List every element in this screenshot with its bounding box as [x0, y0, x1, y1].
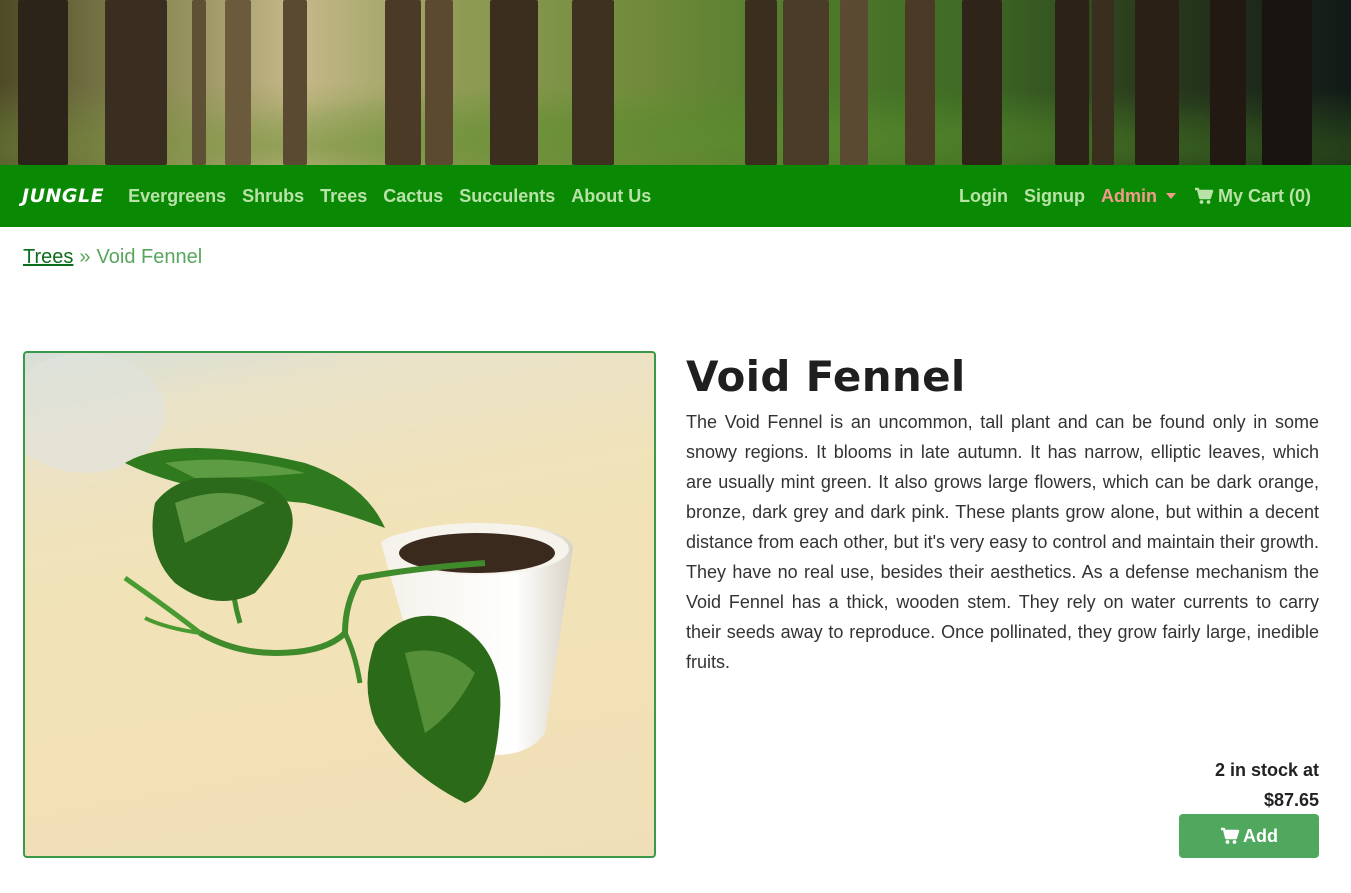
admin-label: Admin: [1100, 185, 1157, 206]
main-navbar: JUNGLE Evergreens Shrubs Trees Cactus Su…: [0, 165, 1351, 227]
tree-trunk: [572, 0, 614, 165]
tree-trunk: [1135, 0, 1179, 165]
product-image: [23, 351, 656, 858]
nav-link-succulents[interactable]: Succulents: [459, 186, 555, 207]
signup-link[interactable]: Signup: [1024, 186, 1085, 207]
breadcrumb: Trees » Void Fennel: [23, 246, 202, 269]
forest-banner-image: [0, 0, 1351, 165]
tree-trunk: [105, 0, 167, 165]
my-cart-link[interactable]: My Cart (0): [1194, 186, 1311, 207]
tree-trunk: [962, 0, 1002, 165]
tree-trunk: [283, 0, 307, 165]
cart-label: My Cart (0): [1217, 185, 1311, 206]
stock-line: 2 in stock at: [1214, 760, 1319, 780]
tree-trunk: [745, 0, 777, 165]
add-button-label: Add: [1243, 825, 1278, 846]
stock-info: 2 in stock at $87.65: [1215, 755, 1319, 815]
tree-trunk: [225, 0, 251, 165]
tree-trunk: [783, 0, 829, 165]
cart-icon: [1194, 187, 1214, 204]
tree-trunk: [1055, 0, 1089, 165]
tree-trunk: [490, 0, 538, 165]
tree-trunk: [1092, 0, 1114, 165]
chevron-down-icon: [1165, 193, 1176, 199]
login-link[interactable]: Login: [959, 186, 1008, 207]
product-title: Void Fennel: [686, 352, 966, 401]
plant-illustration: [25, 353, 573, 803]
breadcrumb-category-link[interactable]: Trees: [23, 246, 73, 269]
admin-dropdown[interactable]: Admin: [1101, 186, 1176, 207]
product-price: $87.65: [1263, 790, 1319, 810]
tree-trunk: [905, 0, 935, 165]
tree-trunk: [1262, 0, 1312, 165]
brand-logo[interactable]: JUNGLE: [22, 185, 104, 207]
nav-link-cactus[interactable]: Cactus: [383, 186, 443, 207]
nav-link-about-us[interactable]: About Us: [571, 186, 651, 207]
tree-trunk: [192, 0, 206, 165]
add-to-cart-button[interactable]: Add: [1179, 814, 1319, 858]
product-description: The Void Fennel is an uncommon, tall pla…: [686, 412, 1319, 672]
tree-trunk: [18, 0, 68, 165]
breadcrumb-current: Void Fennel: [96, 246, 203, 268]
tree-trunk: [840, 0, 868, 165]
breadcrumb-separator: »: [79, 246, 91, 268]
tree-trunk: [425, 0, 453, 165]
tree-trunk: [1210, 0, 1246, 165]
nav-link-shrubs[interactable]: Shrubs: [242, 186, 304, 207]
nav-link-evergreens[interactable]: Evergreens: [128, 186, 226, 207]
tree-trunk: [385, 0, 421, 165]
nav-right-group: Login Signup Admin My Cart (0): [959, 186, 1311, 207]
cart-icon: [1221, 827, 1240, 844]
nav-link-trees[interactable]: Trees: [320, 186, 367, 207]
